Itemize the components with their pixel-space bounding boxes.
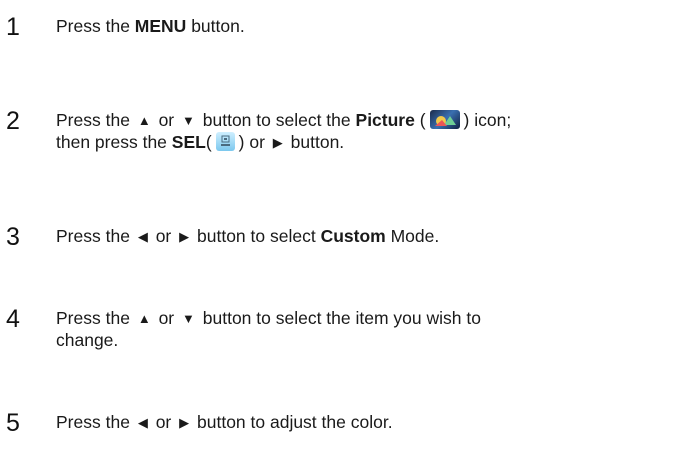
menu-label: MENU	[134, 16, 187, 36]
down-arrow-icon: ▼	[182, 311, 195, 326]
right-arrow-icon: ▶	[179, 229, 190, 244]
step-number: 1	[6, 13, 20, 41]
step-text: Press the ◀ or ▶ button to adjust the co…	[56, 412, 393, 432]
step-text: Press the ▲ or ▼ button to select the it…	[56, 308, 481, 350]
custom-label: Custom	[320, 226, 386, 246]
up-arrow-icon: ▲	[137, 113, 151, 128]
picture-label: Picture	[355, 110, 415, 130]
step-text: Press the ▲ or ▼ button to select the Pi…	[56, 109, 512, 152]
step-number: 2	[6, 107, 20, 135]
down-arrow-icon: ▼	[182, 113, 195, 128]
right-arrow-icon: ▶	[179, 415, 190, 430]
left-arrow-icon: ◀	[137, 415, 148, 430]
step-number: 5	[6, 409, 20, 437]
step-text: Press the ◀ or ▶ button to select Custom…	[56, 226, 440, 246]
step-number: 4	[6, 305, 20, 333]
right-arrow-icon: ▶	[272, 135, 283, 150]
sel-label: SEL	[171, 132, 206, 152]
step-text: Press the MENU button.	[56, 16, 245, 36]
picture-icon	[429, 109, 460, 129]
step-number: 3	[6, 223, 20, 251]
up-arrow-icon: ▲	[137, 311, 151, 326]
left-arrow-icon: ◀	[137, 229, 148, 244]
sel-button-icon	[215, 131, 235, 151]
